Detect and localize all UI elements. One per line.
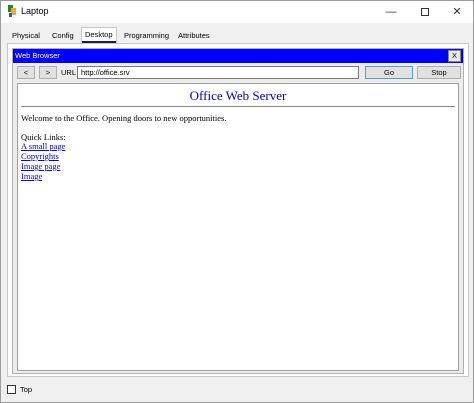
tab-physical[interactable]: Physical: [9, 29, 43, 42]
browser-nav-bar: < > URL Go Stop: [13, 64, 463, 82]
window-title: Laptop: [21, 6, 49, 16]
close-icon: ✕: [452, 6, 462, 18]
link-image[interactable]: Image: [21, 171, 65, 181]
desktop-panel: Web Browser X < > URL Go Stop Office Web…: [7, 43, 469, 377]
page-heading: Office Web Server: [189, 88, 287, 103]
maximize-icon: [421, 8, 429, 17]
close-window-button[interactable]: ✕: [441, 1, 473, 23]
welcome-text: Welcome to the Office. Opening doors to …: [21, 113, 227, 123]
browser-title-bar: Web Browser X: [13, 49, 463, 63]
tab-programming[interactable]: Programming: [121, 29, 172, 42]
back-button[interactable]: <: [17, 66, 35, 79]
url-label: URL: [61, 68, 77, 77]
minimize-button[interactable]: —: [375, 1, 407, 23]
tab-attributes[interactable]: Attributes: [175, 29, 213, 42]
quick-links-list: A small page Copyrights Image page Image: [21, 141, 65, 181]
web-page-view[interactable]: Office Web Server Welcome to the Office.…: [17, 83, 459, 371]
stop-button[interactable]: Stop: [417, 66, 461, 79]
tab-desktop[interactable]: Desktop: [81, 27, 117, 43]
go-button[interactable]: Go: [365, 66, 413, 79]
browser-title: Web Browser: [15, 51, 60, 60]
tab-config[interactable]: Config: [49, 29, 77, 42]
page-divider: [21, 106, 455, 107]
laptop-app-icon: [8, 5, 16, 17]
laptop-window: Laptop — ✕ Physical Config Desktop Progr…: [0, 0, 474, 403]
top-label: Top: [20, 385, 33, 394]
link-copyrights[interactable]: Copyrights: [21, 151, 65, 161]
minimize-icon: —: [385, 6, 397, 18]
link-image-page[interactable]: Image page: [21, 161, 65, 171]
web-browser: Web Browser X < > URL Go Stop Office Web…: [12, 48, 464, 374]
link-small-page[interactable]: A small page: [21, 141, 65, 151]
tab-bar: Physical Config Desktop Programming Attr…: [7, 27, 469, 43]
url-input[interactable]: [77, 66, 359, 79]
browser-close-button[interactable]: X: [448, 50, 461, 62]
maximize-button[interactable]: [409, 1, 441, 23]
top-checkbox[interactable]: [7, 385, 16, 394]
forward-button[interactable]: >: [39, 66, 57, 79]
title-bar: Laptop — ✕: [1, 1, 473, 23]
